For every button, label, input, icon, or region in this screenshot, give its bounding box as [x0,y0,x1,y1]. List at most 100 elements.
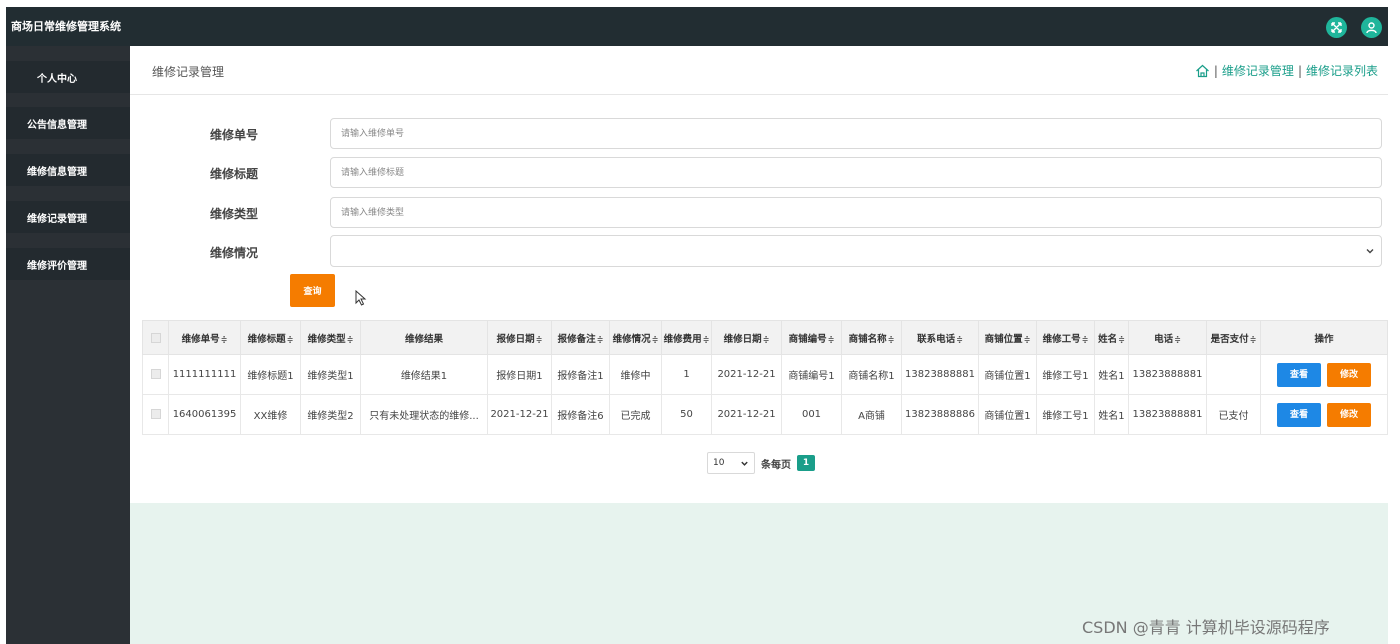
page-size-select[interactable]: 10 [707,452,755,474]
sort-icon: ≑ [220,334,228,344]
edit-button[interactable]: 修改 [1327,402,1371,427]
table-cell: XX维修 [240,394,301,435]
column-header[interactable]: 维修类型≑ [300,320,361,355]
column-header[interactable]: 维修费用≑ [661,320,712,355]
sort-icon: ≑ [956,334,963,344]
column-header[interactable]: 维修情况≑ [609,320,662,355]
repair-no-input[interactable] [330,118,1382,149]
sidebar-item-label: 维修记录管理 [27,213,87,225]
sort-icon: ≑ [762,334,770,344]
repair-type-input[interactable] [330,197,1382,228]
table-cell: 1111111111 [168,354,241,395]
sort-icon: ≑ [1081,334,1089,344]
table-cell: 商铺位置1 [978,354,1037,395]
table-row: 1640061395 XX维修 维修类型2 只有未处理状态的维修... 2021… [142,394,1388,435]
column-header[interactable]: 商铺名称≑ [841,320,902,355]
sidebar-item-label: 公告信息管理 [27,119,87,131]
table-cell: 维修工号1 [1036,394,1095,435]
column-header: 操作 [1260,320,1388,355]
table-cell: 商铺名称1 [841,354,902,395]
table-cell: 姓名1 [1094,354,1129,395]
home-icon[interactable] [1195,64,1210,78]
table-cell: 报修备注6 [551,394,610,435]
column-header[interactable]: 报修日期≑ [487,320,552,355]
table-cell: 13823888881 [901,354,979,395]
table-cell: 13823888886 [901,394,979,435]
sort-icon: ≑ [1118,334,1125,344]
sidebar-item-repair-info[interactable]: 维修信息管理 [6,154,130,186]
table-cell [1206,354,1261,395]
sidebar-item-repair-review[interactable]: 维修评价管理 [6,248,130,280]
column-header[interactable]: 商铺位置≑ [978,320,1037,355]
table-cell: 2021-12-21 [487,394,552,435]
table-cell: 维修中 [609,354,662,395]
column-header[interactable]: 商铺编号≑ [781,320,842,355]
table-cell: 2021-12-21 [711,354,782,395]
sidebar-item-notice[interactable]: 公告信息管理 [6,107,130,139]
column-header[interactable]: 是否支付≑ [1206,320,1261,355]
sort-icon: ≑ [346,334,354,344]
table-header-row: 维修单号≑ 维修标题≑ 维修类型≑ 维修结果 报修日期≑ 报修备注≑ 维修情况≑… [142,320,1388,355]
row-select-cell [142,394,169,435]
breadcrumb-separator: | [1297,63,1302,78]
table-cell: 报修备注1 [551,354,610,395]
table-cell: A商铺 [841,394,902,435]
breadcrumb-separator: | [1213,63,1218,78]
sort-icon: ≑ [827,334,835,344]
table-cell: 维修标题1 [240,354,301,395]
edit-button[interactable]: 修改 [1327,362,1371,387]
per-page-label: 条每页 [761,459,791,471]
view-button[interactable]: 查看 [1277,362,1321,387]
table-cell: 50 [661,394,712,435]
fullscreen-icon[interactable] [1326,17,1347,38]
table-cell: 001 [781,394,842,435]
row-checkbox[interactable] [150,369,161,379]
sidebar-item-label: 个人中心 [37,73,77,85]
page-size-value: 10 [713,458,725,468]
table-cell: 2021-12-21 [711,394,782,435]
table-cell: 维修类型2 [300,394,361,435]
sort-icon: ≑ [535,334,543,344]
sort-icon: ≑ [887,334,895,344]
query-button[interactable]: 查询 [290,274,335,307]
select-all-cell [142,320,169,355]
sidebar-item-profile[interactable]: 个人中心 [6,61,130,93]
repair-title-input[interactable] [330,157,1382,188]
table-cell: 13823888881 [1128,354,1207,395]
column-header[interactable]: 报修备注≑ [551,320,610,355]
table-cell: 1 [661,354,712,395]
view-button[interactable]: 查看 [1277,402,1321,427]
top-bar: 商场日常维修管理系统 [6,7,1388,46]
select-all-checkbox[interactable] [150,332,161,343]
column-header[interactable]: 电话≑ [1128,320,1207,355]
table-cell: 只有未处理状态的维修... [360,394,488,435]
pagination: 10 条每页 1 [707,452,815,474]
page-number-button[interactable]: 1 [797,455,815,471]
column-header[interactable]: 姓名≑ [1094,320,1129,355]
column-header[interactable]: 联系电话≑ [901,320,979,355]
watermark-text: CSDN @青青 计算机毕设源码程序 [1082,618,1330,637]
sidebar-item-repair-record[interactable]: 维修记录管理 [6,201,130,233]
breadcrumb-item[interactable]: 维修记录管理 [1222,62,1294,79]
column-header[interactable]: 维修标题≑ [240,320,301,355]
column-header[interactable]: 维修日期≑ [711,320,782,355]
column-header: 维修结果 [360,320,488,355]
breadcrumb-item[interactable]: 维修记录列表 [1306,62,1378,79]
table-cell: 维修类型1 [300,354,361,395]
repair-status-select[interactable] [330,235,1382,267]
row-select-cell [142,354,169,395]
column-header[interactable]: 维修工号≑ [1036,320,1095,355]
app-title: 商场日常维修管理系统 [11,20,121,33]
row-checkbox[interactable] [150,409,161,419]
table-cell: 姓名1 [1094,394,1129,435]
user-icon[interactable] [1361,17,1382,38]
page-title: 维修记录管理 [152,65,225,79]
table-cell: 1640061395 [168,394,241,435]
table-cell: 商铺位置1 [978,394,1037,435]
chevron-down-icon [741,461,748,466]
sidebar-item-label: 维修评价管理 [27,260,87,272]
column-header[interactable]: 维修单号≑ [168,320,241,355]
table-cell: 报修日期1 [487,354,552,395]
chevron-down-icon [1366,249,1374,254]
table-row: 1111111111 维修标题1 维修类型1 维修结果1 报修日期1 报修备注1… [142,354,1388,395]
